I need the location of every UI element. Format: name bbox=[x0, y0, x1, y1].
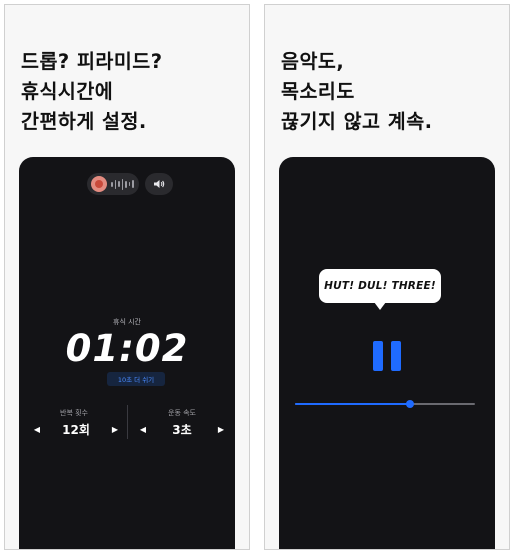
headline-line: 음악도, bbox=[281, 50, 345, 73]
pause-icon bbox=[373, 341, 383, 371]
speed-stepper: ◀ 3초 ▶ bbox=[137, 421, 227, 438]
left-headline: 드롭? 피라미드? 휴식시간에 간편하게 설정. bbox=[21, 47, 163, 137]
reps-label: 반복 횟수 bbox=[60, 409, 88, 417]
speaker-button[interactable] bbox=[145, 173, 173, 195]
right-promo-panel: 음악도, 목소리도 끊기지 않고 계속. HUT! DUL! THREE! bbox=[264, 4, 510, 550]
headline-line: 끊기지 않고 계속. bbox=[281, 110, 433, 133]
rest-time-label: 휴식 시간 bbox=[113, 318, 141, 326]
left-promo-panel: 드롭? 피라미드? 휴식시간에 간편하게 설정. 휴식 시간 01:02 10초… bbox=[4, 4, 250, 550]
voice-speech-bubble: HUT! DUL! THREE! bbox=[319, 269, 441, 310]
playback-progress-bar[interactable] bbox=[295, 400, 475, 408]
pause-icon-bar bbox=[391, 341, 401, 371]
headline-line: 목소리도 bbox=[281, 80, 355, 103]
right-headline: 음악도, 목소리도 끊기지 않고 계속. bbox=[281, 47, 433, 137]
stats-divider bbox=[127, 405, 128, 439]
dynamic-island-audio[interactable] bbox=[87, 173, 139, 195]
add-10s-rest-button[interactable]: 10초 더 쉬기 bbox=[107, 372, 165, 386]
voice-player-phone-screen: HUT! DUL! THREE! bbox=[279, 157, 495, 549]
pause-button[interactable] bbox=[372, 341, 402, 371]
increase-speed-button[interactable]: ▶ bbox=[215, 425, 227, 434]
playback-scrubber-handle[interactable] bbox=[406, 400, 415, 408]
increase-reps-button[interactable]: ▶ bbox=[109, 425, 121, 434]
decrease-speed-button[interactable]: ◀ bbox=[137, 425, 149, 434]
speed-value: 3초 bbox=[172, 423, 192, 437]
waveform-icon bbox=[111, 178, 134, 190]
rest-timer-display: 01:02 bbox=[65, 327, 189, 370]
reps-value: 12회 bbox=[62, 423, 90, 437]
speed-label: 운동 속도 bbox=[168, 409, 196, 417]
decrease-reps-button[interactable]: ◀ bbox=[31, 425, 43, 434]
headline-line: 간편하게 설정. bbox=[21, 110, 147, 133]
speaker-icon bbox=[154, 180, 165, 188]
rest-timer-phone-screen: 휴식 시간 01:02 10초 더 쉬기 반복 횟수 ◀ 12회 ▶ 운동 속도… bbox=[19, 157, 235, 549]
reps-stepper: ◀ 12회 ▶ bbox=[31, 421, 121, 438]
playback-progress-fill bbox=[295, 403, 411, 405]
headline-line: 휴식시간에 bbox=[21, 80, 114, 103]
avatar bbox=[91, 176, 107, 192]
headline-line: 드롭? 피라미드? bbox=[21, 50, 163, 73]
